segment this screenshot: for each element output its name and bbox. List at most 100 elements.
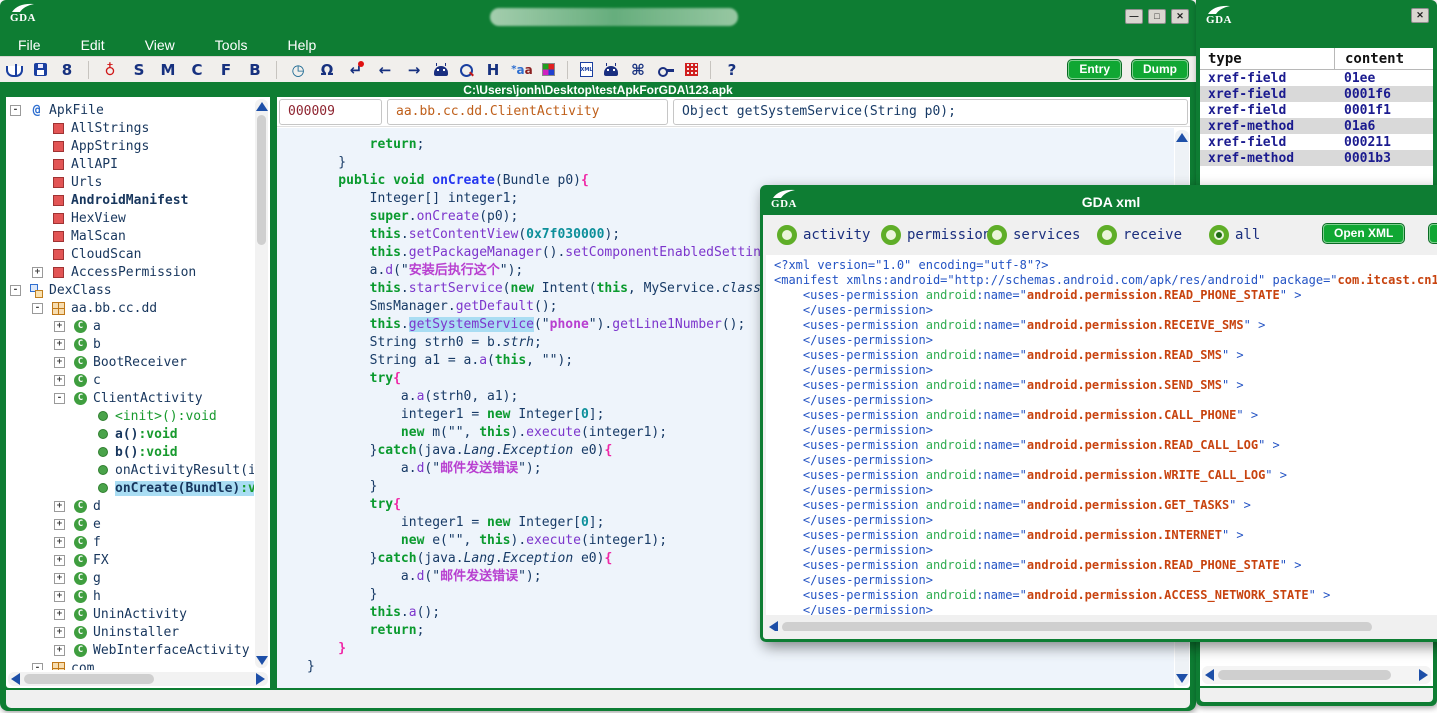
tree-item[interactable]: AllStrings bbox=[6, 119, 254, 137]
expand-icon[interactable]: + bbox=[54, 609, 65, 620]
expand-icon[interactable]: + bbox=[54, 627, 65, 638]
table-row[interactable]: xref-method01a6 bbox=[1200, 118, 1433, 134]
code-line[interactable]: } bbox=[307, 658, 1174, 676]
tree-item[interactable]: +d bbox=[6, 497, 254, 515]
malscan-icon[interactable]: ♁ bbox=[101, 61, 119, 79]
column-header-type[interactable]: type bbox=[1200, 51, 1334, 67]
scroll-thumb[interactable] bbox=[1218, 670, 1391, 680]
search-doc-icon[interactable] bbox=[459, 63, 473, 77]
filter-radio-activity[interactable]: activity bbox=[777, 225, 870, 245]
code-line[interactable]: return; bbox=[307, 136, 1174, 154]
filter-radio-all[interactable]: all bbox=[1209, 225, 1260, 245]
filter-radio-permission[interactable]: permission bbox=[881, 225, 991, 245]
rename-icon[interactable]: aa bbox=[513, 61, 531, 79]
tree-item[interactable]: -ClientActivity bbox=[6, 389, 254, 407]
strings-icon[interactable]: S bbox=[130, 61, 148, 79]
radio-icon[interactable] bbox=[1097, 225, 1117, 245]
tree-item[interactable]: b():void bbox=[6, 443, 254, 461]
jump-icon[interactable]: Ω bbox=[318, 61, 336, 79]
tree-item[interactable]: AppStrings bbox=[6, 137, 254, 155]
tree-item[interactable]: -@ApkFile bbox=[6, 101, 254, 119]
scroll-down-arrow[interactable] bbox=[1176, 674, 1188, 683]
methods-icon[interactable]: M bbox=[159, 61, 177, 79]
expand-icon[interactable]: + bbox=[54, 339, 65, 350]
tree-item[interactable]: +b bbox=[6, 335, 254, 353]
menu-tools[interactable]: Tools bbox=[215, 37, 248, 53]
tree-item[interactable]: +Uninstaller bbox=[6, 623, 254, 641]
expand-icon[interactable]: + bbox=[54, 357, 65, 368]
minimize-icon[interactable]: — bbox=[1125, 9, 1143, 24]
menu-file[interactable]: File bbox=[18, 37, 41, 53]
tree-item[interactable]: <init>():void bbox=[6, 407, 254, 425]
tree-item[interactable]: +c bbox=[6, 371, 254, 389]
xref-titlebar[interactable]: GDA ✕ bbox=[1196, 0, 1437, 46]
scroll-up-arrow[interactable] bbox=[1176, 133, 1188, 142]
hex-view-icon[interactable]: H bbox=[484, 61, 502, 79]
tree-item[interactable]: +AccessPermission bbox=[6, 263, 254, 281]
tree-item[interactable]: +e bbox=[6, 515, 254, 533]
key-icon[interactable] bbox=[658, 66, 674, 74]
menu-help[interactable]: Help bbox=[287, 37, 316, 53]
tree-item[interactable]: +BootReceiver bbox=[6, 353, 254, 371]
grid-icon[interactable] bbox=[685, 63, 698, 76]
clipped-button[interactable] bbox=[1429, 224, 1437, 243]
scroll-right-arrow[interactable] bbox=[1419, 669, 1428, 681]
tree-item[interactable]: MalScan bbox=[6, 227, 254, 245]
panel-divider[interactable] bbox=[270, 97, 277, 688]
expand-icon[interactable]: + bbox=[54, 573, 65, 584]
table-row[interactable]: xref-field0001f6 bbox=[1200, 86, 1433, 102]
menu-edit[interactable]: Edit bbox=[81, 37, 105, 53]
menu-view[interactable]: View bbox=[145, 37, 175, 53]
close-icon[interactable]: ✕ bbox=[1171, 9, 1189, 24]
close-icon[interactable]: ✕ bbox=[1411, 8, 1429, 23]
tree-item[interactable]: +a bbox=[6, 317, 254, 335]
scroll-left-arrow[interactable] bbox=[11, 673, 20, 685]
save-icon[interactable] bbox=[34, 63, 47, 76]
dump-button[interactable]: Dump bbox=[1132, 60, 1188, 79]
code-line[interactable]: } bbox=[307, 154, 1174, 172]
string-link-icon[interactable]: 8 bbox=[58, 61, 76, 79]
apk-icon[interactable] bbox=[604, 66, 618, 76]
expand-icon[interactable]: + bbox=[54, 375, 65, 386]
radio-icon[interactable] bbox=[881, 225, 901, 245]
open-xml-button[interactable]: Open XML bbox=[1323, 224, 1404, 243]
expand-icon[interactable]: + bbox=[54, 645, 65, 656]
main-titlebar[interactable]: GDA —□✕ bbox=[0, 0, 1196, 34]
scroll-left-arrow[interactable] bbox=[1205, 669, 1214, 681]
expand-icon[interactable]: + bbox=[54, 537, 65, 548]
xml-titlebar[interactable]: GDA GDA xml bbox=[763, 188, 1437, 215]
table-row[interactable]: xref-field01ee bbox=[1200, 70, 1433, 86]
tree-item[interactable]: +WebInterfaceActivity bbox=[6, 641, 254, 659]
android-head-icon[interactable] bbox=[434, 66, 448, 76]
shortcut-keys-icon[interactable]: ⌘ bbox=[629, 61, 647, 79]
scroll-right-arrow[interactable] bbox=[256, 673, 265, 685]
expand-icon[interactable]: + bbox=[54, 591, 65, 602]
filter-radio-services[interactable]: services bbox=[987, 225, 1080, 245]
xref-horizontal-scrollbar[interactable] bbox=[1202, 666, 1431, 684]
xml-manifest-icon[interactable]: XML bbox=[580, 62, 593, 77]
tree-vertical-scrollbar[interactable] bbox=[255, 99, 268, 668]
expand-icon[interactable]: + bbox=[54, 321, 65, 332]
entry-point-icon[interactable]: ↵ bbox=[347, 61, 365, 79]
tree-item[interactable]: -com bbox=[6, 659, 254, 670]
tree-item[interactable]: a():void bbox=[6, 425, 254, 443]
collapse-icon[interactable]: - bbox=[32, 303, 43, 314]
tree-item[interactable]: +h bbox=[6, 587, 254, 605]
collapse-icon[interactable]: - bbox=[54, 393, 65, 404]
table-row[interactable]: xref-field000211 bbox=[1200, 134, 1433, 150]
maximize-icon[interactable]: □ bbox=[1148, 9, 1166, 24]
tree-item[interactable]: -aa.bb.cc.dd bbox=[6, 299, 254, 317]
scroll-thumb[interactable] bbox=[257, 115, 266, 245]
scroll-thumb[interactable] bbox=[24, 674, 154, 684]
manifest-xml-view[interactable]: <?xml version="1.0" encoding="utf-8"?><m… bbox=[766, 255, 1437, 615]
table-row[interactable]: xref-field0001f1 bbox=[1200, 102, 1433, 118]
colors-icon[interactable] bbox=[542, 63, 555, 76]
radio-icon[interactable] bbox=[987, 225, 1007, 245]
fields-icon[interactable]: F bbox=[217, 61, 235, 79]
tree-item[interactable]: AndroidManifest bbox=[6, 191, 254, 209]
forward-icon[interactable]: → bbox=[405, 61, 423, 79]
back-icon[interactable]: ← bbox=[376, 61, 394, 79]
radio-icon[interactable] bbox=[777, 225, 797, 245]
classes-icon[interactable]: C bbox=[188, 61, 206, 79]
tree-item[interactable]: Urls bbox=[6, 173, 254, 191]
